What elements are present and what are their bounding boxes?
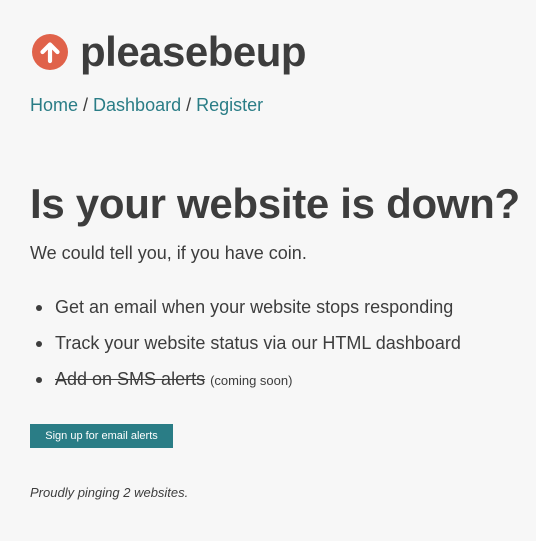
site-header: pleasebeup (31, 28, 307, 76)
breadcrumb-register-link[interactable]: Register (196, 95, 263, 115)
feature-text: Get an email when your website stops res… (55, 297, 454, 317)
breadcrumb-home-link[interactable]: Home (30, 95, 78, 115)
signup-email-alerts-button[interactable]: Sign up for email alerts (30, 424, 173, 448)
page-headline: Is your website is down? (30, 180, 520, 227)
feature-item-sms: Add on SMS alerts (coming soon) (30, 367, 461, 391)
breadcrumb-separator: / (83, 95, 89, 115)
breadcrumb-separator: / (186, 95, 192, 115)
breadcrumb: Home / Dashboard / Register (30, 93, 263, 117)
coming-soon-note: (coming soon) (210, 373, 293, 388)
arrow-up-circle-icon[interactable] (31, 33, 69, 71)
feature-text: Track your website status via our HTML d… (55, 333, 461, 353)
feature-item-email: Get an email when your website stops res… (30, 295, 461, 319)
ping-count-note: Proudly pinging 2 websites. (30, 485, 189, 500)
feature-item-dashboard: Track your website status via our HTML d… (30, 331, 461, 355)
breadcrumb-dashboard-link[interactable]: Dashboard (93, 95, 181, 115)
feature-text-struck: Add on SMS alerts (55, 369, 206, 389)
feature-list: Get an email when your website stops res… (30, 295, 461, 403)
tagline: We could tell you, if you have coin. (30, 243, 307, 263)
brand-name[interactable]: pleasebeup (80, 28, 307, 76)
